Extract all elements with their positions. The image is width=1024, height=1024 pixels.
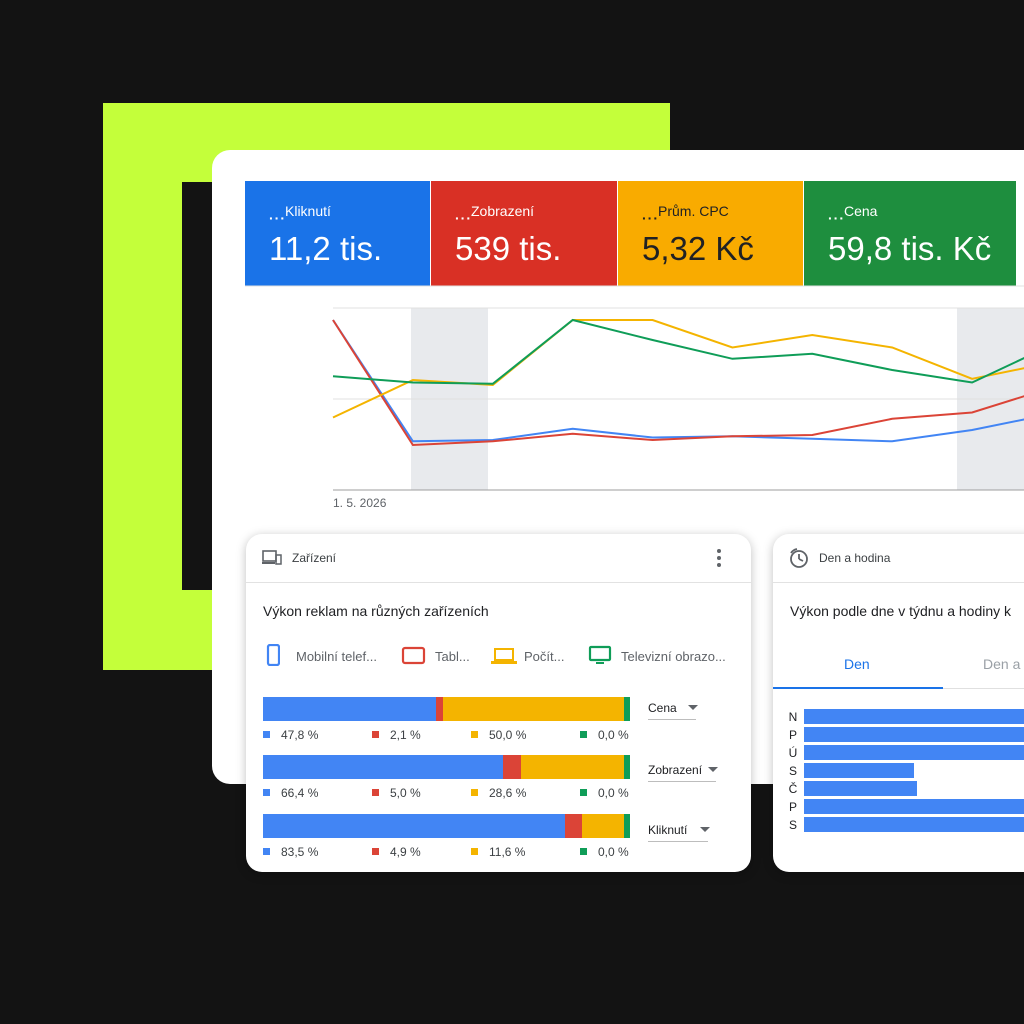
metric-select-cost[interactable]: Cena — [648, 701, 698, 720]
legend-label: Mobilní telef... — [296, 649, 377, 664]
day-label: Ú — [788, 746, 798, 760]
line-chart: 1. 5. 2026 — [245, 285, 1024, 510]
more-vert-icon[interactable] — [717, 548, 721, 568]
stacked-bar-cost[interactable] — [263, 697, 630, 721]
pct-label: 83,5 % — [263, 845, 318, 859]
bar-segment — [624, 755, 630, 779]
bar-segment — [502, 755, 522, 779]
day-hour-panel: Den a hodina Výkon podle dne v týdnu a h… — [773, 534, 1024, 872]
legend-tv[interactable]: Televizní obrazo... — [588, 644, 726, 668]
tab-day-and-hour[interactable]: Den a — [983, 656, 1020, 672]
dropdown-arrow-icon — [708, 767, 718, 772]
day-label: P — [788, 728, 797, 742]
tab-divider — [943, 688, 1024, 689]
panel-header: Zařízení — [246, 534, 751, 583]
pct-label: 0,0 % — [580, 728, 629, 742]
panel-header-title: Den a hodina — [819, 551, 891, 565]
tab-day[interactable]: Den — [844, 656, 870, 672]
pct-label: 11,6 % — [471, 845, 525, 859]
day-bar[interactable] — [804, 709, 1024, 724]
pct-label: 2,1 % — [372, 728, 421, 742]
day-label: P — [788, 800, 797, 814]
x-axis-start-label: 1. 5. 2026 — [333, 496, 387, 510]
legend-label: Televizní obrazo... — [621, 649, 726, 664]
day-bar[interactable] — [804, 727, 1024, 742]
legend-computer[interactable]: Počít... — [490, 644, 564, 668]
phone-icon — [266, 643, 281, 667]
bar-segment — [520, 755, 626, 779]
tablet-icon — [401, 646, 426, 665]
stacked-bar-impressions[interactable] — [263, 755, 630, 779]
dropdown-arrow-icon — [700, 827, 710, 832]
metric-select-clicks[interactable]: Kliknutí — [648, 823, 710, 842]
bar-segment — [564, 814, 584, 838]
bar-segment — [263, 697, 437, 721]
pct-label: 28,6 % — [471, 786, 526, 800]
day-label: S — [788, 764, 797, 778]
panel-header: Den a hodina — [773, 534, 1024, 583]
stacked-bar-clicks[interactable] — [263, 814, 630, 838]
day-bar[interactable] — [804, 745, 1024, 760]
bar-segment — [582, 814, 626, 838]
day-bar[interactable] — [804, 781, 917, 796]
clock-icon — [790, 548, 808, 568]
day-bar[interactable] — [804, 763, 915, 778]
tv-icon — [588, 645, 612, 664]
pct-label: 0,0 % — [580, 786, 629, 800]
panel-title: Výkon reklam na různých zařízeních — [263, 603, 489, 619]
legend-mobile[interactable]: Mobilní telef... — [266, 643, 377, 668]
day-label: Č — [788, 782, 798, 796]
day-label: S — [788, 818, 797, 832]
active-tab-indicator — [773, 687, 943, 689]
legend-tablet[interactable]: Tabl... — [401, 644, 470, 668]
metric-select-impressions[interactable]: Zobrazení — [648, 763, 718, 782]
bar-segment — [263, 814, 566, 838]
devices-icon — [262, 550, 282, 565]
bar-segment — [443, 697, 626, 721]
legend-label: Počít... — [524, 649, 565, 664]
legend-label: Tabl... — [435, 649, 470, 664]
bar-segment — [263, 755, 504, 779]
pct-label: 50,0 % — [471, 728, 526, 742]
laptop-icon — [491, 648, 517, 664]
pct-label: 5,0 % — [372, 786, 421, 800]
bar-segment — [624, 697, 630, 721]
pct-label: 66,4 % — [263, 786, 318, 800]
dropdown-arrow-icon — [688, 705, 698, 710]
pct-label: 4,9 % — [372, 845, 421, 859]
day-bar[interactable] — [804, 799, 1024, 814]
day-bar[interactable] — [804, 817, 1024, 832]
day-label: N — [788, 710, 798, 724]
devices-panel: Zařízení Výkon reklam na různých zařízen… — [246, 534, 751, 872]
bar-segment — [624, 814, 630, 838]
panel-header-title: Zařízení — [292, 551, 337, 565]
pct-label: 0,0 % — [580, 845, 629, 859]
panel-title: Výkon podle dne v týdnu a hodiny k — [790, 603, 1012, 619]
pct-label: 47,8 % — [263, 728, 318, 742]
